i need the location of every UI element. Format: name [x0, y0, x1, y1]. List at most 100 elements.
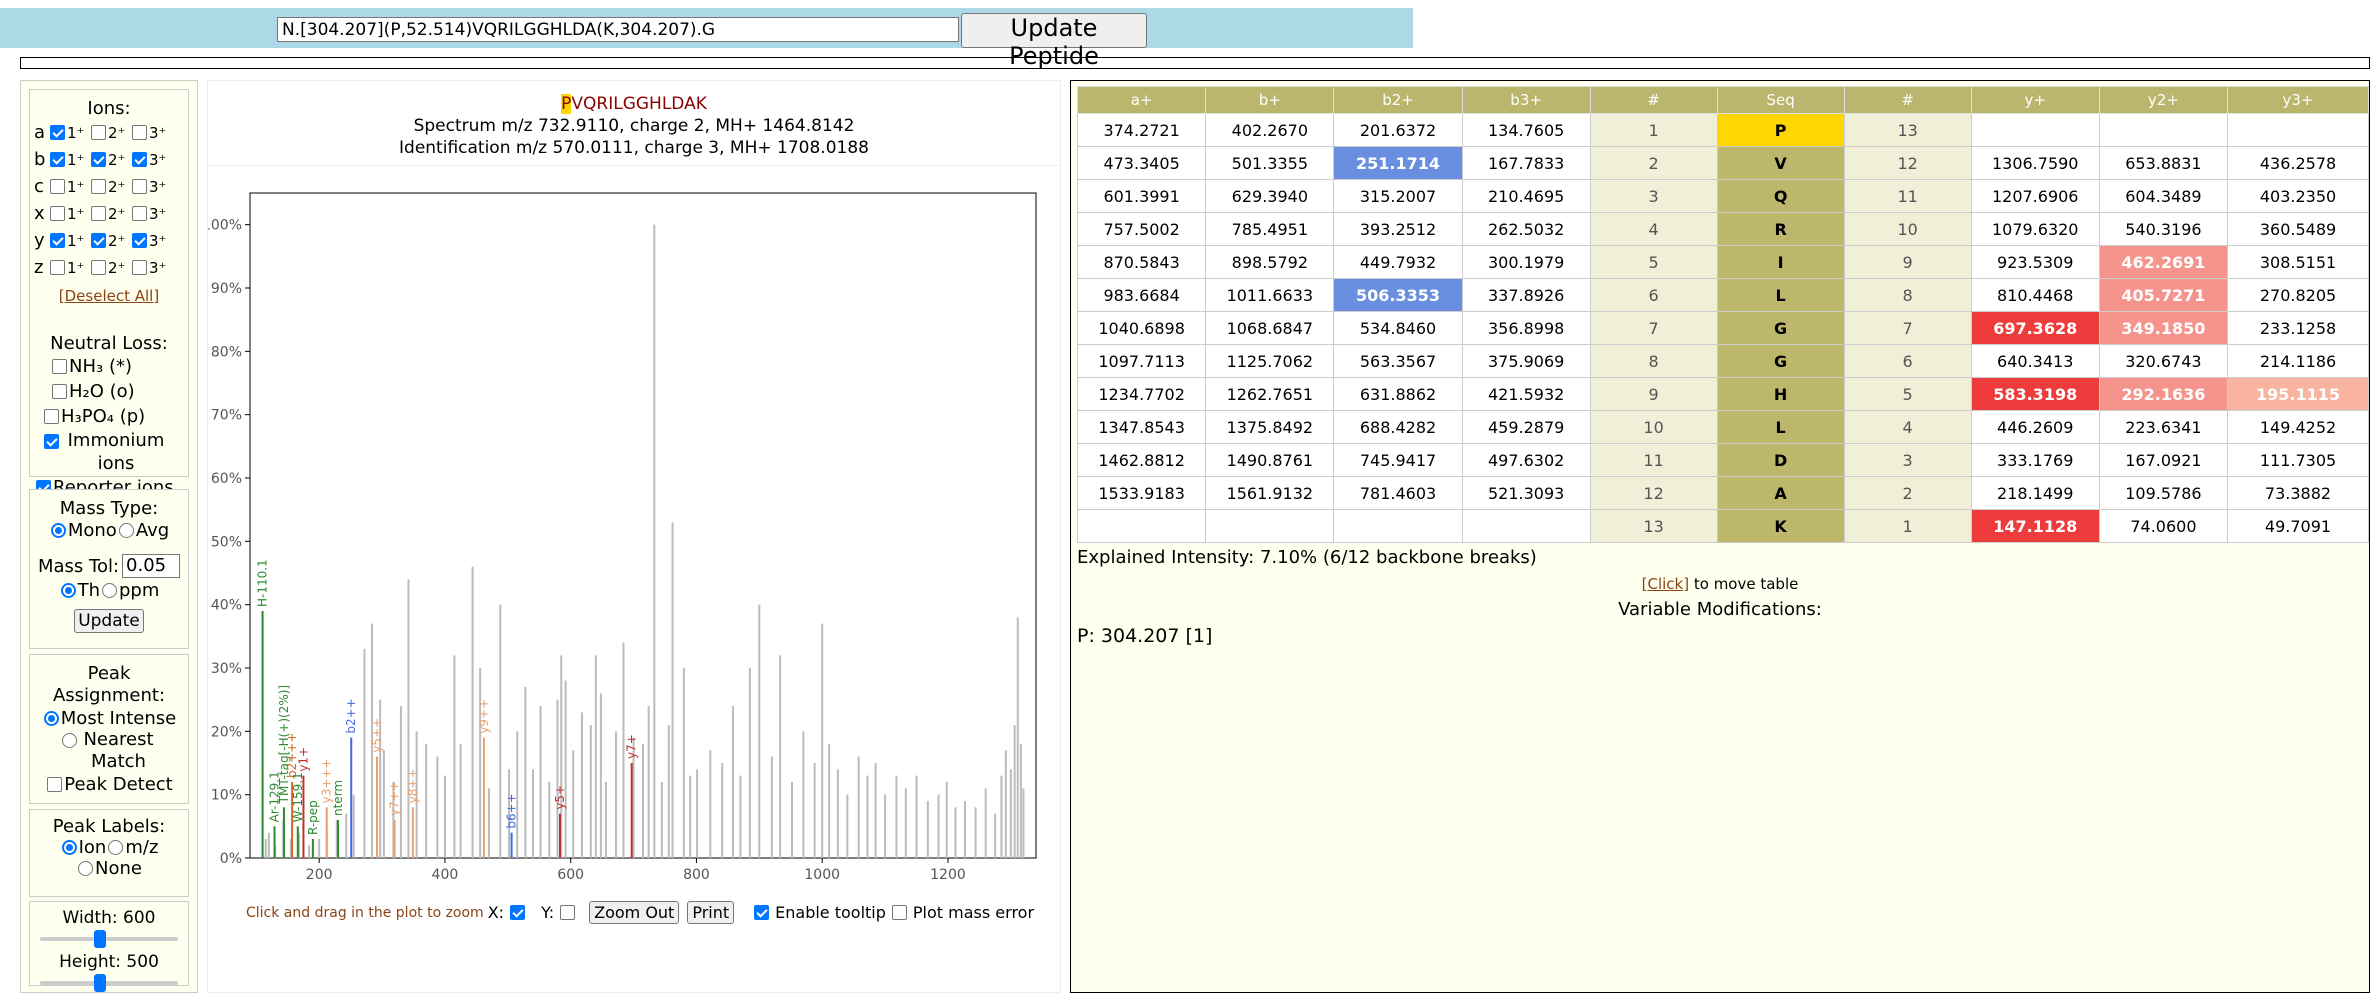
zoom-out-button[interactable]: Zoom Out — [589, 901, 680, 924]
ion-a-charge1-checkbox[interactable] — [50, 125, 65, 140]
ion-row-b: b 1⁺ 2⁺ 3⁺ — [30, 146, 188, 173]
ion-x-charge1-checkbox[interactable] — [50, 206, 65, 221]
table-cell: 218.1499 — [1970, 476, 2100, 510]
ion-a-charge2-checkbox[interactable] — [91, 125, 106, 140]
ion-row-y: y 1⁺ 2⁺ 3⁺ — [30, 227, 188, 254]
variable-mods-title: Variable Modifications: — [1618, 599, 1822, 620]
table-cell: 1040.6898 — [1076, 311, 1207, 345]
ion-a-charge3-checkbox[interactable] — [132, 125, 147, 140]
ion-b-charge3-checkbox[interactable] — [132, 152, 147, 167]
table-cell: 10 — [1589, 410, 1718, 444]
mass-tol-input[interactable]: 0.05 — [122, 554, 181, 578]
mono-radio[interactable] — [50, 522, 66, 538]
table-cell: 49.7091 — [2227, 509, 2369, 543]
move-table-link[interactable]: [Click] — [1642, 575, 1689, 593]
update-button[interactable]: Update — [74, 609, 144, 633]
none-label-radio[interactable] — [78, 861, 94, 876]
table-row: 1347.8543 1375.8492 688.4282 459.2879 10 L 4 44… — [1076, 410, 2369, 444]
table-cell: 1490.8761 — [1205, 443, 1335, 477]
charge-label: 2⁺ — [108, 123, 126, 142]
ion-y-charge3-checkbox[interactable] — [132, 233, 147, 248]
spectrum-panel: PVQRILGGHLDAK Spectrum m/z 732.9110, cha… — [207, 80, 1061, 993]
ion-c-charge1-checkbox[interactable] — [50, 179, 65, 194]
mass-box: Mass Type: Mono Avg Mass Tol: 0.05 Th ppm U… — [29, 489, 189, 649]
ion-y-charge1-checkbox[interactable] — [50, 233, 65, 248]
table-row: 1533.9183 1561.9132 781.4603 521.3093 12 A 2 21… — [1076, 476, 2369, 510]
table-cell: V — [1716, 146, 1845, 180]
ion-c-charge2-checkbox[interactable] — [91, 179, 106, 194]
h3po4-checkbox[interactable] — [44, 409, 59, 424]
table-cell: 74.0600 — [2098, 509, 2229, 543]
table-cell: 109.5786 — [2098, 476, 2229, 510]
table-cell: 223.6341 — [2098, 410, 2229, 444]
avg-radio[interactable] — [118, 522, 134, 538]
peak-label: R-pep — [306, 800, 320, 835]
mz-label-text: m/z — [125, 837, 159, 858]
x-zoom-checkbox[interactable] — [510, 905, 526, 920]
ion-z-charge2-checkbox[interactable] — [91, 260, 106, 275]
fragment-ions-panel: a+ b+ b2+ b3+ # Seq # y+ y2+ y3+ 374.2721 402.2670… — [1070, 80, 2370, 993]
ion-x-charge2-checkbox[interactable] — [91, 206, 106, 221]
nearest-match-radio[interactable] — [61, 733, 77, 748]
th-radio[interactable] — [60, 582, 76, 598]
table-cell: 653.8831 — [2098, 146, 2229, 180]
table-cell: 7 — [1589, 311, 1718, 345]
x-tick-label: 600 — [557, 867, 584, 883]
ion-type-label: b — [34, 149, 46, 170]
table-cell: 1234.7702 — [1076, 377, 1207, 411]
spectrum-plot[interactable]: 0% 10% 20% 30% 40% 50% 60% 70% 80% 90% 100% 200 400 6… — [208, 173, 1058, 893]
table-cell: 5 — [1843, 377, 1972, 411]
table-cell: 2 — [1843, 476, 1972, 510]
ion-c-charge3-checkbox[interactable] — [132, 179, 147, 194]
table-cell: 4 — [1843, 410, 1972, 444]
table-cell: 3 — [1589, 179, 1718, 213]
most-intense-radio[interactable] — [43, 710, 59, 726]
table-cell: 12 — [1589, 476, 1718, 510]
nearest-match-label: Nearest Match — [83, 729, 154, 772]
height-slider[interactable] — [30, 972, 188, 992]
mz-label-radio[interactable] — [108, 840, 124, 855]
table-cell: 360.5489 — [2227, 212, 2369, 246]
peptide-input[interactable]: N.[304.207](P,52.514)VQRILGGHLDA(K,304.2… — [277, 17, 959, 42]
modified-residue: P — [561, 94, 572, 114]
table-cell: A — [1716, 476, 1845, 510]
update-peptide-button[interactable]: Update Peptide — [961, 13, 1147, 70]
deselect-all-link[interactable]: [Deselect All] — [59, 287, 159, 305]
peak-detect-checkbox[interactable] — [47, 776, 63, 792]
print-button[interactable]: Print — [687, 901, 735, 924]
ion-z-charge1-checkbox[interactable] — [50, 260, 65, 275]
table-cell: 781.4603 — [1333, 476, 1463, 510]
immonium-checkbox[interactable] — [44, 434, 59, 449]
table-cell: 1306.7590 — [1970, 146, 2100, 180]
peptide-sequence: PVQRILGGHLDAK — [208, 93, 1060, 115]
table-cell: 262.5032 — [1461, 212, 1591, 246]
nh3-checkbox[interactable] — [52, 359, 67, 374]
y-zoom-checkbox[interactable] — [560, 905, 576, 920]
table-cell — [1461, 509, 1591, 543]
peak-label: y7++ — [388, 781, 402, 816]
y-tick-label: 20% — [211, 724, 242, 740]
table-header: # — [1589, 86, 1718, 114]
ion-label-radio[interactable] — [61, 840, 77, 855]
ion-y-charge2-checkbox[interactable] — [91, 233, 106, 248]
table-row: 601.3991 629.3940 315.2007 210.4695 3 Q 11 1207… — [1076, 179, 2369, 213]
table-cell: 13 — [1589, 509, 1718, 543]
table-cell: 1097.7113 — [1076, 344, 1207, 378]
h2o-checkbox[interactable] — [52, 384, 67, 399]
ion-b-charge2-checkbox[interactable] — [91, 152, 106, 167]
table-cell: 898.5792 — [1205, 245, 1335, 279]
ppm-radio[interactable] — [102, 582, 117, 598]
ion-z-charge3-checkbox[interactable] — [132, 260, 147, 275]
ion-x-charge3-checkbox[interactable] — [132, 206, 147, 221]
ion-rows: a 1⁺ 2⁺ 3⁺ b 1⁺ 2⁺ 3⁺ c 1⁺ 2⁺ 3⁺ x 1⁺ 2⁺ 3⁺ y 1⁺ 2⁺ 3⁺ z 1⁺ 2⁺… — [30, 119, 188, 281]
width-slider-thumb[interactable] — [93, 930, 106, 948]
plot-error-checkbox[interactable] — [891, 905, 907, 920]
move-table: [Click] to move table — [1071, 575, 2369, 593]
table-cell: 1125.7062 — [1205, 344, 1335, 378]
ion-b-charge1-checkbox[interactable] — [50, 152, 65, 167]
tooltip-checkbox[interactable] — [754, 905, 770, 920]
height-slider-thumb[interactable] — [93, 974, 106, 992]
neutral-loss-title: Neutral Loss: — [50, 333, 168, 354]
table-cell: 1207.6906 — [1970, 179, 2100, 213]
width-slider[interactable] — [30, 928, 188, 948]
